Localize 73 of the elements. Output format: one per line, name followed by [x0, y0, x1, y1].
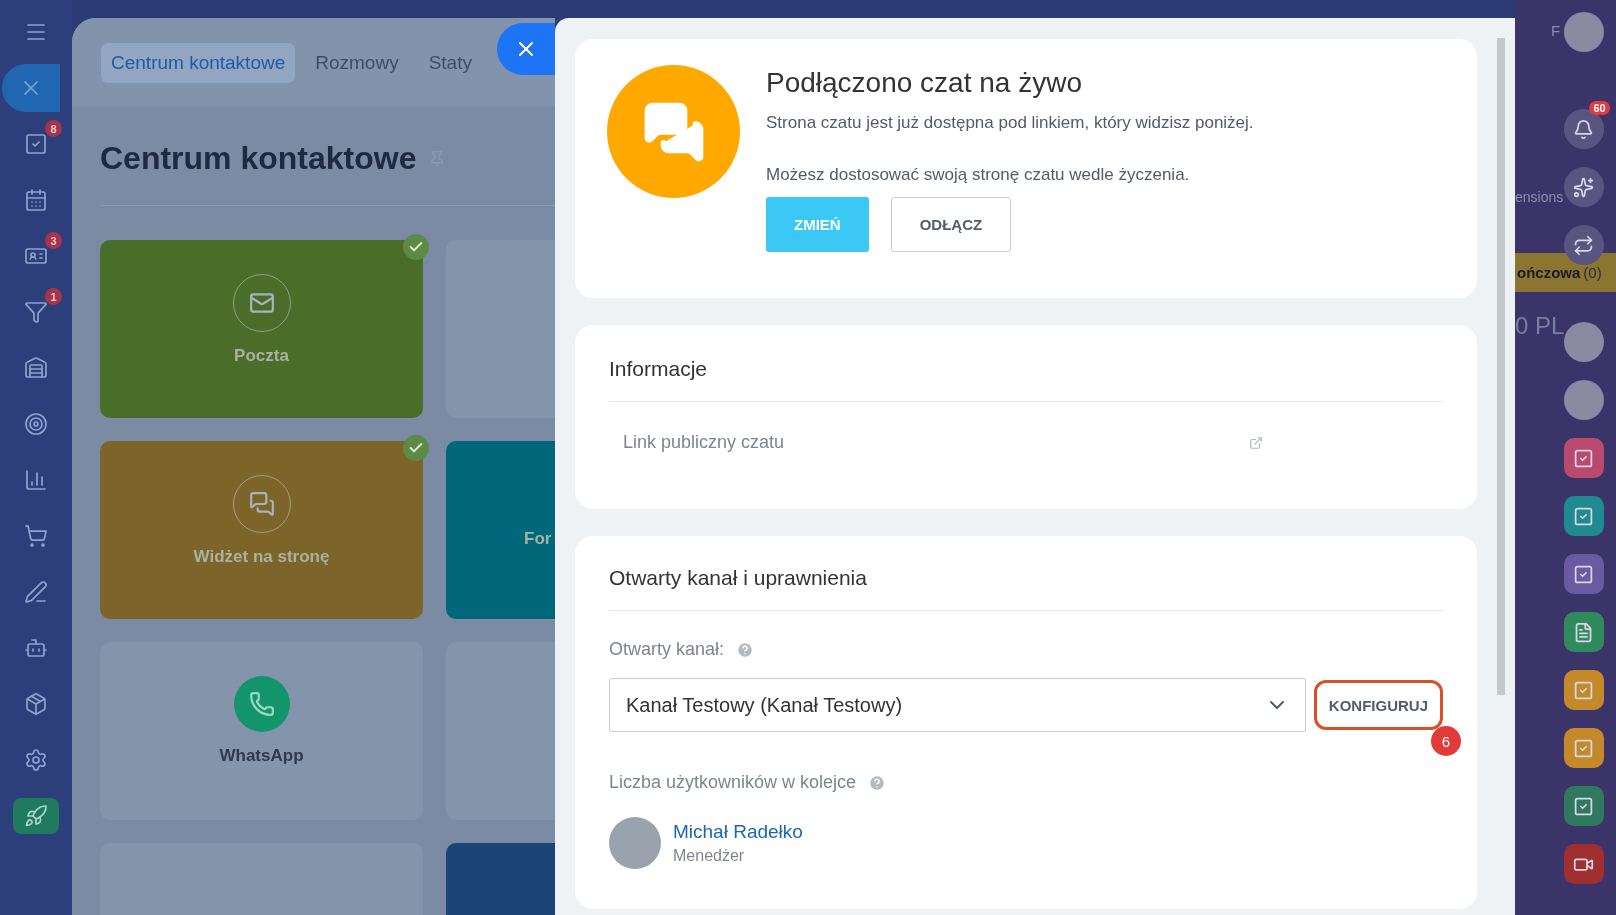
pen-icon[interactable] [24, 580, 48, 604]
tab[interactable]: Rozmowy [304, 42, 410, 84]
document-button[interactable] [1563, 612, 1604, 652]
label-text: ensions [1515, 189, 1564, 205]
count-badge: 8 [45, 120, 62, 137]
section-title: Otwarty kanał i uprawnienia [609, 566, 1443, 611]
avatar-placeholder [609, 817, 661, 869]
checkbox-icon [1573, 563, 1595, 585]
close-tab-button[interactable] [2, 64, 60, 112]
channel-tile[interactable]: Poczta [100, 240, 423, 418]
avatar-placeholder[interactable] [1563, 322, 1604, 362]
configure-button[interactable]: KONFIGURUJ [1313, 680, 1443, 730]
bar-chart-icon[interactable] [24, 468, 48, 492]
scrollbar[interactable] [1497, 38, 1505, 695]
user-link[interactable]: Michał Radełko [673, 821, 803, 843]
checkbox-button[interactable] [1563, 670, 1604, 710]
avatar-placeholder[interactable] [1563, 12, 1604, 52]
rocket-button[interactable] [13, 798, 59, 834]
field-label: Otwarty kanał: [609, 639, 725, 660]
field-label: Liczba użytkowników w kolejce [609, 772, 857, 793]
checkbox-button[interactable] [1563, 728, 1604, 768]
section-title: Informacje [609, 357, 1443, 402]
sparkle-icon [1573, 176, 1595, 198]
disconnect-button[interactable]: ODŁĄCZ [890, 197, 1012, 252]
checkbox-icon [1573, 447, 1595, 469]
building-icon[interactable] [24, 356, 48, 380]
tile-label: For [524, 529, 552, 549]
checkbox-icon [1573, 505, 1595, 527]
swap-button[interactable] [1563, 225, 1604, 265]
user-role: Menedżer [673, 847, 746, 865]
channel-select[interactable]: Kanał Testowy (Kanał Testowy) [609, 678, 1306, 732]
video-camera-button[interactable] [1563, 844, 1604, 884]
bell-icon [1573, 118, 1595, 140]
channel-tile[interactable]: For [446, 441, 555, 619]
description-text: Możesz dostosować swoją stronę czatu wedle życzenia. [766, 165, 1191, 185]
tile-label: Poczta [234, 346, 289, 366]
checkbox-icon [1573, 795, 1595, 817]
tile-label: WhatsApp [219, 746, 304, 766]
change-button[interactable]: ZMIEŃ [766, 197, 869, 252]
notification-count: 60 [1589, 101, 1610, 115]
label-text: F [1551, 22, 1561, 39]
status-title: Podłączono czat na żywo [766, 67, 1083, 99]
calendar-icon[interactable] [24, 188, 48, 212]
sparkle-button[interactable] [1563, 167, 1604, 207]
count-badge: 1 [45, 288, 62, 305]
checkbox-icon[interactable] [24, 132, 48, 156]
amount-text: 0 PL [1515, 312, 1565, 340]
count-badge: 3 [45, 232, 62, 249]
funnel-icon[interactable] [24, 300, 48, 324]
swap-icon [1573, 234, 1595, 256]
checkbox-button[interactable] [1563, 438, 1604, 478]
field-label: Link publiczny czatu [623, 432, 785, 453]
cart-icon[interactable] [24, 524, 48, 548]
close-button[interactable] [497, 23, 555, 75]
rocket-icon [24, 804, 48, 828]
robot-icon[interactable] [24, 636, 48, 660]
avatar-placeholder[interactable] [1563, 380, 1604, 420]
checkbox-icon [1573, 737, 1595, 759]
tile-label: Widżet na stronę [193, 547, 330, 567]
tab[interactable]: Centrum kontaktowe [100, 42, 297, 84]
target-icon[interactable] [24, 412, 48, 436]
checkbox-button[interactable] [1563, 496, 1604, 536]
tab[interactable]: Staty [417, 42, 483, 84]
channel-tile[interactable]: WhatsApp [100, 642, 423, 820]
step-badge: 6 [1431, 726, 1461, 756]
settings-icon[interactable] [24, 748, 48, 772]
page-title: Centrum kontaktowe [100, 140, 417, 177]
checkbox-icon [1573, 679, 1595, 701]
checkbox-button[interactable] [1563, 554, 1604, 594]
box-icon[interactable] [24, 692, 48, 716]
channel-tile[interactable]: Widżet na stronę [100, 441, 423, 619]
description-text: Strona czatu jest już dostępna pod linkiem, który widzisz poniżej. [766, 113, 1254, 133]
checkbox-button[interactable] [1563, 786, 1604, 826]
